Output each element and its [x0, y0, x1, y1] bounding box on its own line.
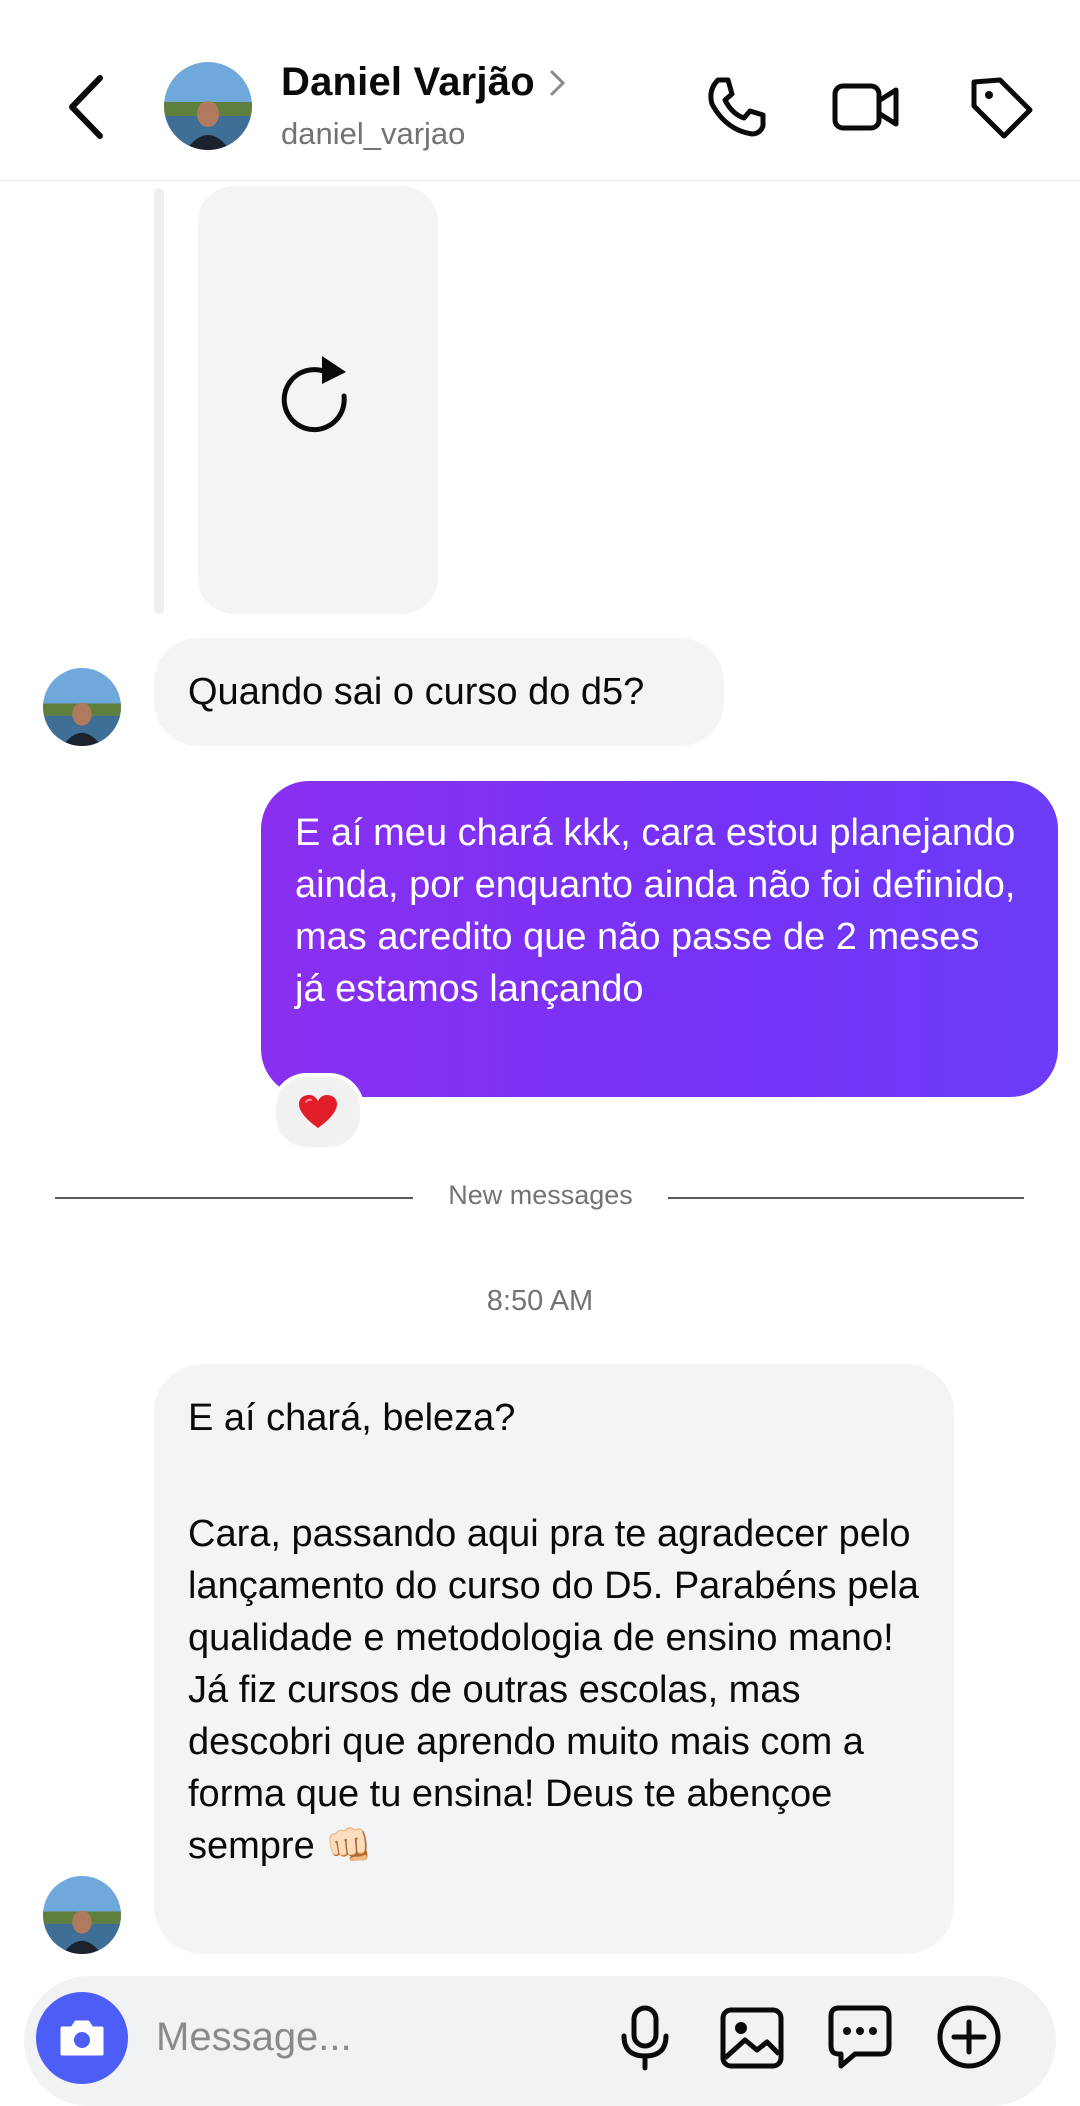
avatar[interactable]: [43, 1876, 121, 1954]
incoming-message[interactable]: Quando sai o curso do d5?: [154, 638, 724, 746]
media-placeholder[interactable]: [198, 186, 438, 614]
tag-icon[interactable]: [966, 72, 1036, 142]
outgoing-message[interactable]: E aí meu chará kkk, cara estou planejand…: [261, 781, 1058, 1097]
reload-icon[interactable]: [270, 338, 366, 458]
heart-reaction[interactable]: [272, 1073, 364, 1151]
message-text: E aí meu chará kkk, cara estou planejand…: [295, 812, 1016, 1010]
gallery-icon[interactable]: [717, 2002, 787, 2072]
message-greeting: E aí chará, beleza?: [188, 1397, 516, 1439]
avatar[interactable]: [164, 62, 252, 150]
avatar[interactable]: [43, 668, 121, 746]
chevron-right-icon: [550, 70, 565, 95]
message-composer: [24, 1976, 1056, 2106]
contact-name-row[interactable]: Daniel Varjão: [281, 60, 567, 105]
heart-icon: [299, 1095, 337, 1128]
camera-icon: [60, 2020, 104, 2056]
message-input[interactable]: [154, 2008, 518, 2066]
chat-header: Daniel Varjão daniel_varjao: [0, 0, 1080, 181]
message-timestamp: 8:50 AM: [486, 1285, 594, 1317]
message-text: Quando sai o curso do d5?: [188, 671, 645, 713]
microphone-icon[interactable]: [610, 2002, 680, 2072]
divider-line: [668, 1197, 1024, 1199]
incoming-message[interactable]: E aí chará, beleza? Cara, passando aqui …: [154, 1364, 954, 1954]
sticker-icon[interactable]: [825, 2002, 895, 2072]
new-messages-divider: New messages: [448, 1180, 633, 1210]
phone-icon[interactable]: [700, 72, 770, 142]
reply-indicator-bar: [154, 188, 164, 614]
divider-line: [55, 1197, 413, 1199]
message-text: Cara, passando aqui pra te agradecer pel…: [188, 1513, 919, 1867]
contact-name: Daniel Varjão: [281, 60, 535, 104]
back-icon[interactable]: [62, 72, 112, 142]
video-icon[interactable]: [830, 72, 900, 142]
plus-icon[interactable]: [934, 2002, 1004, 2072]
camera-button[interactable]: [36, 1992, 128, 2084]
contact-username: daniel_varjao: [281, 116, 466, 151]
